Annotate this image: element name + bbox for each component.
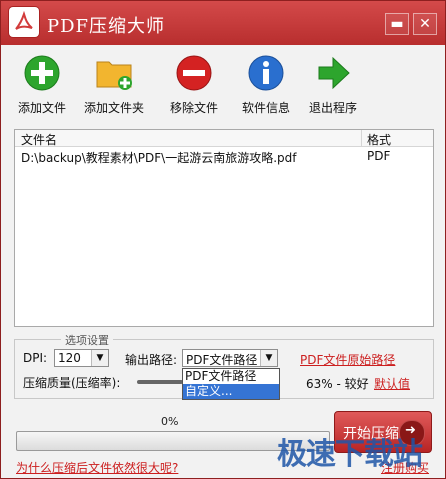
pdf-logo-icon (9, 7, 39, 37)
progress-percent: 0% (161, 415, 179, 428)
add-folder-label: 添加文件夹 (83, 101, 144, 115)
column-header-name[interactable]: 文件名 (21, 131, 57, 148)
close-button[interactable]: ✕ (413, 13, 437, 35)
minimize-button[interactable]: ▬ (385, 13, 409, 35)
dropdown-option-pdf-path[interactable]: PDF文件路径 (183, 369, 279, 384)
watermark-logo: 极速下载站 (277, 437, 423, 472)
file-path-cell: D:\backup\教程素材\PDF\一起游云南旅游攻略.pdf (21, 151, 297, 165)
app-window: PDF压缩大师 ▬ ✕ 添加文件 添加文件夹 移除文件 软件信息 退出程序 文件… (0, 0, 446, 479)
file-format-cell: PDF (367, 149, 391, 163)
options-legend: 选项设置 (61, 332, 113, 348)
exit-button[interactable]: 退出程序 (298, 53, 368, 116)
remove-file-label: 移除文件 (169, 101, 218, 115)
software-info-label: 软件信息 (241, 101, 290, 115)
dpi-label: DPI: (23, 351, 48, 365)
column-divider[interactable] (361, 130, 362, 146)
quality-value: 63% - 较好 (306, 377, 369, 391)
dropdown-option-custom[interactable]: 自定义... (183, 384, 279, 399)
output-path-select[interactable]: PDF文件路径 ▼ (182, 349, 278, 367)
output-path-value: PDF文件路径 (186, 353, 258, 367)
title-bar[interactable]: PDF压缩大师 ▬ ✕ (1, 1, 445, 45)
default-value-link[interactable]: 默认值 (374, 375, 410, 392)
quality-label: 压缩质量(压缩率): (23, 376, 121, 390)
exit-arrow-icon (313, 53, 353, 93)
quality-slider[interactable] (137, 380, 183, 384)
toolbar: 添加文件 添加文件夹 移除文件 软件信息 退出程序 (1, 45, 445, 123)
table-row[interactable]: D:\backup\教程素材\PDF\一起游云南旅游攻略.pdf PDF (15, 148, 433, 165)
add-file-icon (22, 53, 62, 93)
dpi-select[interactable]: 120 ▼ (54, 349, 109, 367)
exit-label: 退出程序 (308, 101, 357, 115)
remove-file-button[interactable]: 移除文件 (159, 53, 229, 116)
add-folder-button[interactable]: 添加文件夹 (79, 53, 149, 116)
original-path-link[interactable]: PDF文件原始路径 (300, 351, 395, 368)
file-list-header: 文件名 格式 (15, 130, 433, 147)
chevron-down-icon[interactable]: ▼ (91, 350, 108, 366)
add-file-button[interactable]: 添加文件 (7, 53, 77, 116)
add-folder-icon (94, 53, 134, 93)
remove-file-icon (174, 53, 214, 93)
dpi-value: 120 (58, 351, 81, 365)
chevron-down-icon[interactable]: ▼ (260, 350, 277, 366)
add-file-label: 添加文件 (17, 101, 66, 115)
why-large-link[interactable]: 为什么压缩后文件依然很大呢? (16, 459, 178, 476)
software-info-button[interactable]: 软件信息 (231, 53, 301, 116)
info-icon (246, 53, 286, 93)
output-path-dropdown[interactable]: PDF文件路径 自定义... (182, 368, 280, 400)
file-list[interactable]: 文件名 格式 D:\backup\教程素材\PDF\一起游云南旅游攻略.pdf … (14, 129, 434, 327)
window-title: PDF压缩大师 (47, 16, 166, 37)
output-path-label: 输出路径: (125, 353, 178, 367)
column-header-format[interactable]: 格式 (367, 131, 391, 148)
